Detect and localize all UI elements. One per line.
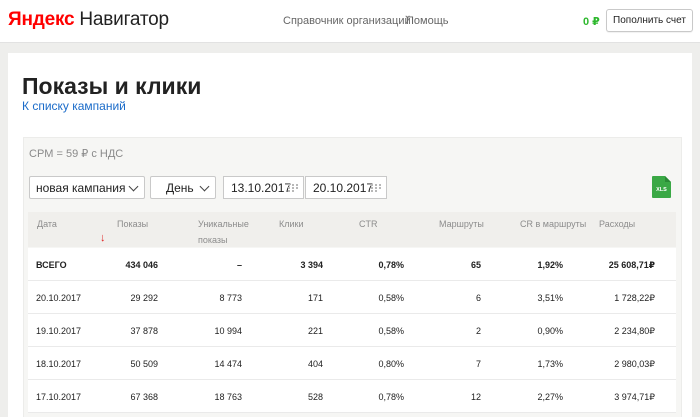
- column-header-text: Показы: [117, 219, 149, 229]
- nav-link-org-directory[interactable]: Справочник организаций: [283, 15, 411, 27]
- cell-unique-impressions: –: [236, 260, 242, 270]
- sort-desc-arrow-icon[interactable]: ↓: [100, 232, 106, 244]
- cell-unique-impressions: 10 994: [214, 326, 242, 336]
- nav-link-help[interactable]: Помощь: [406, 15, 449, 27]
- column-header-text: Маршруты: [439, 219, 484, 229]
- column-header-text: Расходы: [599, 219, 636, 229]
- cell-ctr: 0,58%: [378, 293, 404, 303]
- cell-spend: 1 728,22₽: [614, 293, 655, 303]
- cell-ctr: 0,80%: [378, 359, 404, 369]
- column-header-text: Уникальные: [198, 219, 249, 229]
- logo-brand: Яндекс: [8, 9, 75, 30]
- table-row: 18.10.2017 50 509 14 474 404 0,80% 7 1,73% 2 98…: [28, 347, 676, 380]
- xls-label: XLS: [656, 187, 667, 193]
- cell-date: 18.10.2017: [36, 359, 82, 369]
- column-header-text: CR в маршруты: [520, 219, 587, 229]
- cell-routes: 2: [475, 326, 481, 336]
- cell-unique-impressions: 18 763: [214, 392, 242, 402]
- cell-spend: 2 234,80₽: [614, 326, 655, 336]
- cell-routes: 7: [475, 359, 481, 369]
- cell-clicks: 528: [307, 392, 323, 402]
- cell-spend: 2 980,03₽: [614, 359, 655, 369]
- table-row: 20.10.2017 29 292 8 773 171 0,58% 6 3,51% 1 728…: [28, 281, 676, 314]
- date-from-value: 13.10.2017: [231, 181, 292, 195]
- cell-impressions: 50 509: [130, 359, 158, 369]
- top-header: Яндекс Навигатор Справочник организаций П…: [0, 0, 700, 43]
- column-header-impressions[interactable]: Показы: [117, 218, 148, 231]
- column-header-text: Дата: [37, 219, 57, 229]
- cell-date: 17.10.2017: [36, 392, 82, 402]
- cell-date: 19.10.2017: [36, 326, 82, 336]
- column-header-unique-impressions[interactable]: Уникальные показы: [198, 218, 249, 247]
- column-header-clicks[interactable]: Клики: [279, 218, 304, 231]
- period-select[interactable]: День: [150, 176, 216, 199]
- cell-unique-impressions: 14 474: [214, 359, 242, 369]
- cell-clicks: 171: [307, 293, 323, 303]
- account-balance: 0 ₽: [583, 16, 600, 28]
- cell-routes: 65: [470, 260, 481, 270]
- date-to-value: 20.10.2017: [313, 181, 374, 195]
- cell-cr-routes: 0,90%: [537, 326, 563, 336]
- cell-cr-routes: 3,51%: [537, 293, 563, 303]
- date-from-input[interactable]: 13.10.2017: [223, 176, 304, 199]
- cell-cr-routes: 2,27%: [537, 392, 563, 402]
- cell-routes: 6: [475, 293, 481, 303]
- calendar-icon[interactable]: [371, 184, 381, 192]
- cell-clicks: 221: [307, 326, 323, 336]
- cell-spend: 3 974,71₽: [614, 392, 655, 402]
- column-header-routes[interactable]: Маршруты: [439, 218, 484, 231]
- date-to-input[interactable]: 20.10.2017: [305, 176, 387, 199]
- table-total-row: ВСЕГО 434 046 – 3 394 0,78% 65 1,92% 25 608,71₽: [28, 248, 676, 281]
- yandex-navigator-logo[interactable]: Яндекс Навигатор: [8, 9, 169, 31]
- cpm-info: CPM = 59 ₽ с НДС: [29, 148, 124, 160]
- column-header-text: показы: [198, 235, 228, 245]
- page-title: Показы и клики: [22, 73, 202, 99]
- cell-ctr: 0,58%: [378, 326, 404, 336]
- column-header-text: Клики: [279, 219, 304, 229]
- cell-impressions: 37 878: [130, 326, 158, 336]
- cell-date: 20.10.2017: [36, 293, 82, 303]
- column-header-cr-routes[interactable]: CR в маршруты: [520, 218, 586, 231]
- column-header-date[interactable]: Дата: [37, 218, 57, 231]
- logo-product: Навигатор: [79, 9, 169, 30]
- xls-export-icon[interactable]: XLS: [652, 176, 671, 198]
- table-row: 19.10.2017 37 878 10 994 221 0,58% 2 0,90% 2 23…: [28, 314, 676, 347]
- period-select-value: День: [166, 181, 194, 195]
- chevron-down-icon: [199, 181, 210, 192]
- column-header-ctr[interactable]: CTR: [359, 218, 378, 231]
- cell-impressions: 434 046: [125, 260, 158, 270]
- cell-date: ВСЕГО: [36, 260, 67, 270]
- cell-clicks: 404: [307, 359, 323, 369]
- topup-account-button[interactable]: Пополнить счет: [606, 9, 693, 32]
- back-to-campaigns-link[interactable]: К списку кампаний: [22, 99, 126, 113]
- cell-unique-impressions: 8 773: [219, 293, 242, 303]
- campaign-select[interactable]: новая кампания: [29, 176, 145, 199]
- cell-cr-routes: 1,92%: [537, 260, 563, 270]
- cell-cr-routes: 1,73%: [537, 359, 563, 369]
- cell-impressions: 67 368: [130, 392, 158, 402]
- cell-spend: 25 608,71₽: [608, 260, 655, 270]
- table-row: 17.10.2017 67 368 18 763 528 0,78% 12 2,27% 3 9…: [28, 380, 676, 413]
- cell-routes: 12: [470, 392, 481, 402]
- cell-impressions: 29 292: [130, 293, 158, 303]
- cell-clicks: 3 394: [300, 260, 323, 270]
- column-header-spend[interactable]: Расходы: [599, 218, 635, 231]
- cell-ctr: 0,78%: [378, 260, 404, 270]
- cell-ctr: 0,78%: [378, 392, 404, 402]
- calendar-icon[interactable]: [288, 184, 298, 192]
- campaign-select-value: новая кампания: [36, 181, 126, 195]
- column-header-text: CTR: [359, 219, 378, 229]
- chevron-down-icon: [128, 181, 139, 192]
